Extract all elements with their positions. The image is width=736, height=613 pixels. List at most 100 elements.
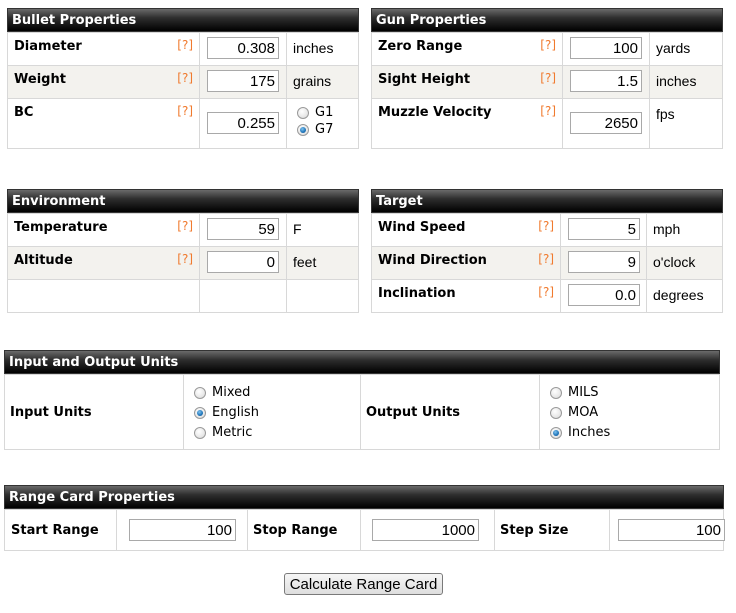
zero-range-unit: yards xyxy=(649,32,723,66)
inches-label: Inches xyxy=(568,425,611,440)
altitude-help-link[interactable]: [?] xyxy=(177,252,193,266)
target-table: Wind Speed [?] mph Wind Direction [?] o'cl… xyxy=(371,213,723,313)
muzzle-velocity-help-link[interactable]: [?] xyxy=(540,104,556,118)
wind-direction-unit: o'clock xyxy=(646,246,723,280)
range-card-table: Start Range Stop Range Step Size xyxy=(4,509,725,551)
units-row: Input Units Mixed English Metric Output … xyxy=(4,374,720,450)
sight-height-label: Sight Height xyxy=(378,72,471,87)
temperature-label: Temperature xyxy=(14,220,108,235)
bc-help-link[interactable]: [?] xyxy=(177,104,193,118)
sight-height-unit: inches xyxy=(649,65,723,99)
g1-label: G1 xyxy=(315,105,334,120)
altitude-input[interactable] xyxy=(207,251,279,273)
environment-empty-row xyxy=(7,279,359,313)
mixed-label: Mixed xyxy=(212,385,251,400)
units-table: Input Units Mixed English Metric Output … xyxy=(4,374,720,450)
wind-speed-help-link[interactable]: [?] xyxy=(538,219,554,233)
output-units-inches-option[interactable]: Inches xyxy=(550,423,709,443)
units-panel: Input and Output Units Input Units Mixed… xyxy=(4,350,720,450)
temperature-unit: F xyxy=(286,213,359,247)
start-range-input[interactable] xyxy=(129,519,236,541)
mixed-radio[interactable] xyxy=(194,386,206,399)
target-header: Target xyxy=(371,189,723,213)
bc-input[interactable] xyxy=(207,112,279,134)
wind-speed-row: Wind Speed [?] mph xyxy=(371,213,723,247)
metric-label: Metric xyxy=(212,425,253,440)
drag-model-g7-option[interactable]: G7 xyxy=(297,121,348,138)
range-card-row: Start Range Stop Range Step Size xyxy=(4,509,725,551)
sight-height-help-link[interactable]: [?] xyxy=(540,71,556,85)
wind-speed-label: Wind Speed xyxy=(378,220,466,235)
muzzle-velocity-input[interactable] xyxy=(570,112,642,134)
step-size-input[interactable] xyxy=(618,519,725,541)
bc-label: BC xyxy=(14,105,34,120)
input-units-mixed-option[interactable]: Mixed xyxy=(194,383,350,403)
drag-model-radio-group: G1 G7 xyxy=(297,104,348,138)
environment-table: Temperature [?] F Altitude [?] feet xyxy=(7,213,359,313)
drag-model-g1-option[interactable]: G1 xyxy=(297,104,348,121)
diameter-row: Diameter [?] inches xyxy=(7,32,359,66)
sight-height-input[interactable] xyxy=(570,70,642,92)
g7-label: G7 xyxy=(315,122,334,137)
calculate-range-card-button[interactable]: Calculate Range Card xyxy=(284,573,443,595)
english-radio[interactable] xyxy=(194,406,206,419)
wind-speed-unit: mph xyxy=(646,213,723,247)
inclination-unit: degrees xyxy=(646,279,723,313)
stop-range-input[interactable] xyxy=(372,519,479,541)
muzzle-velocity-label: Muzzle Velocity xyxy=(378,105,492,120)
wind-direction-input[interactable] xyxy=(568,251,640,273)
environment-header: Environment xyxy=(7,189,359,213)
metric-radio[interactable] xyxy=(194,426,206,439)
diameter-input[interactable] xyxy=(207,37,279,59)
environment-panel: Environment Temperature [?] F Altitude [?]… xyxy=(7,189,359,313)
range-card-header: Range Card Properties xyxy=(4,485,724,509)
gun-properties-table: Zero Range [?] yards Sight Height [?] inch… xyxy=(371,32,723,149)
zero-range-input[interactable] xyxy=(570,37,642,59)
altitude-row: Altitude [?] feet xyxy=(7,246,359,280)
temperature-help-link[interactable]: [?] xyxy=(177,219,193,233)
input-units-metric-option[interactable]: Metric xyxy=(194,423,350,443)
mils-label: MILS xyxy=(568,385,599,400)
gun-properties-panel: Gun Properties Zero Range [?] yards Sight… xyxy=(371,8,723,149)
moa-radio[interactable] xyxy=(550,406,562,419)
weight-unit: grains xyxy=(286,65,359,99)
input-units-radio-group: Mixed English Metric xyxy=(194,383,350,443)
altitude-unit: feet xyxy=(286,246,359,280)
weight-input[interactable] xyxy=(207,70,279,92)
bullet-properties-table: Diameter [?] inches Weight [?] grains BC [?… xyxy=(7,32,359,149)
output-units-moa-option[interactable]: MOA xyxy=(550,403,709,423)
wind-speed-input[interactable] xyxy=(568,218,640,240)
wind-direction-row: Wind Direction [?] o'clock xyxy=(371,246,723,280)
english-label: English xyxy=(212,405,259,420)
input-units-english-option[interactable]: English xyxy=(194,403,350,423)
output-units-mils-option[interactable]: MILS xyxy=(550,383,709,403)
output-units-label: Output Units xyxy=(360,374,540,450)
temperature-input[interactable] xyxy=(207,218,279,240)
bullet-properties-header: Bullet Properties xyxy=(7,8,359,32)
step-size-label: Step Size xyxy=(494,509,610,551)
inclination-help-link[interactable]: [?] xyxy=(538,285,554,299)
mils-radio[interactable] xyxy=(550,386,562,399)
diameter-label: Diameter xyxy=(14,39,82,54)
zero-range-help-link[interactable]: [?] xyxy=(540,38,556,52)
target-panel: Target Wind Speed [?] mph Wind Direction [… xyxy=(371,189,723,313)
start-range-label: Start Range xyxy=(4,509,117,551)
muzzle-velocity-unit: fps xyxy=(649,98,723,149)
weight-row: Weight [?] grains xyxy=(7,65,359,99)
g7-radio[interactable] xyxy=(297,123,309,136)
diameter-unit: inches xyxy=(286,32,359,66)
bullet-properties-panel: Bullet Properties Diameter [?] inches Wei… xyxy=(7,8,359,149)
zero-range-label: Zero Range xyxy=(378,39,463,54)
diameter-help-link[interactable]: [?] xyxy=(177,38,193,52)
g1-radio[interactable] xyxy=(297,106,309,119)
muzzle-velocity-row: Muzzle Velocity [?] fps xyxy=(371,98,723,149)
inclination-row: Inclination [?] degrees xyxy=(371,279,723,313)
altitude-label: Altitude xyxy=(14,253,73,268)
zero-range-row: Zero Range [?] yards xyxy=(371,32,723,66)
wind-direction-help-link[interactable]: [?] xyxy=(538,252,554,266)
inclination-input[interactable] xyxy=(568,284,640,306)
inches-radio[interactable] xyxy=(550,426,562,439)
weight-help-link[interactable]: [?] xyxy=(177,71,193,85)
units-header: Input and Output Units xyxy=(4,350,720,374)
stop-range-label: Stop Range xyxy=(247,509,361,551)
